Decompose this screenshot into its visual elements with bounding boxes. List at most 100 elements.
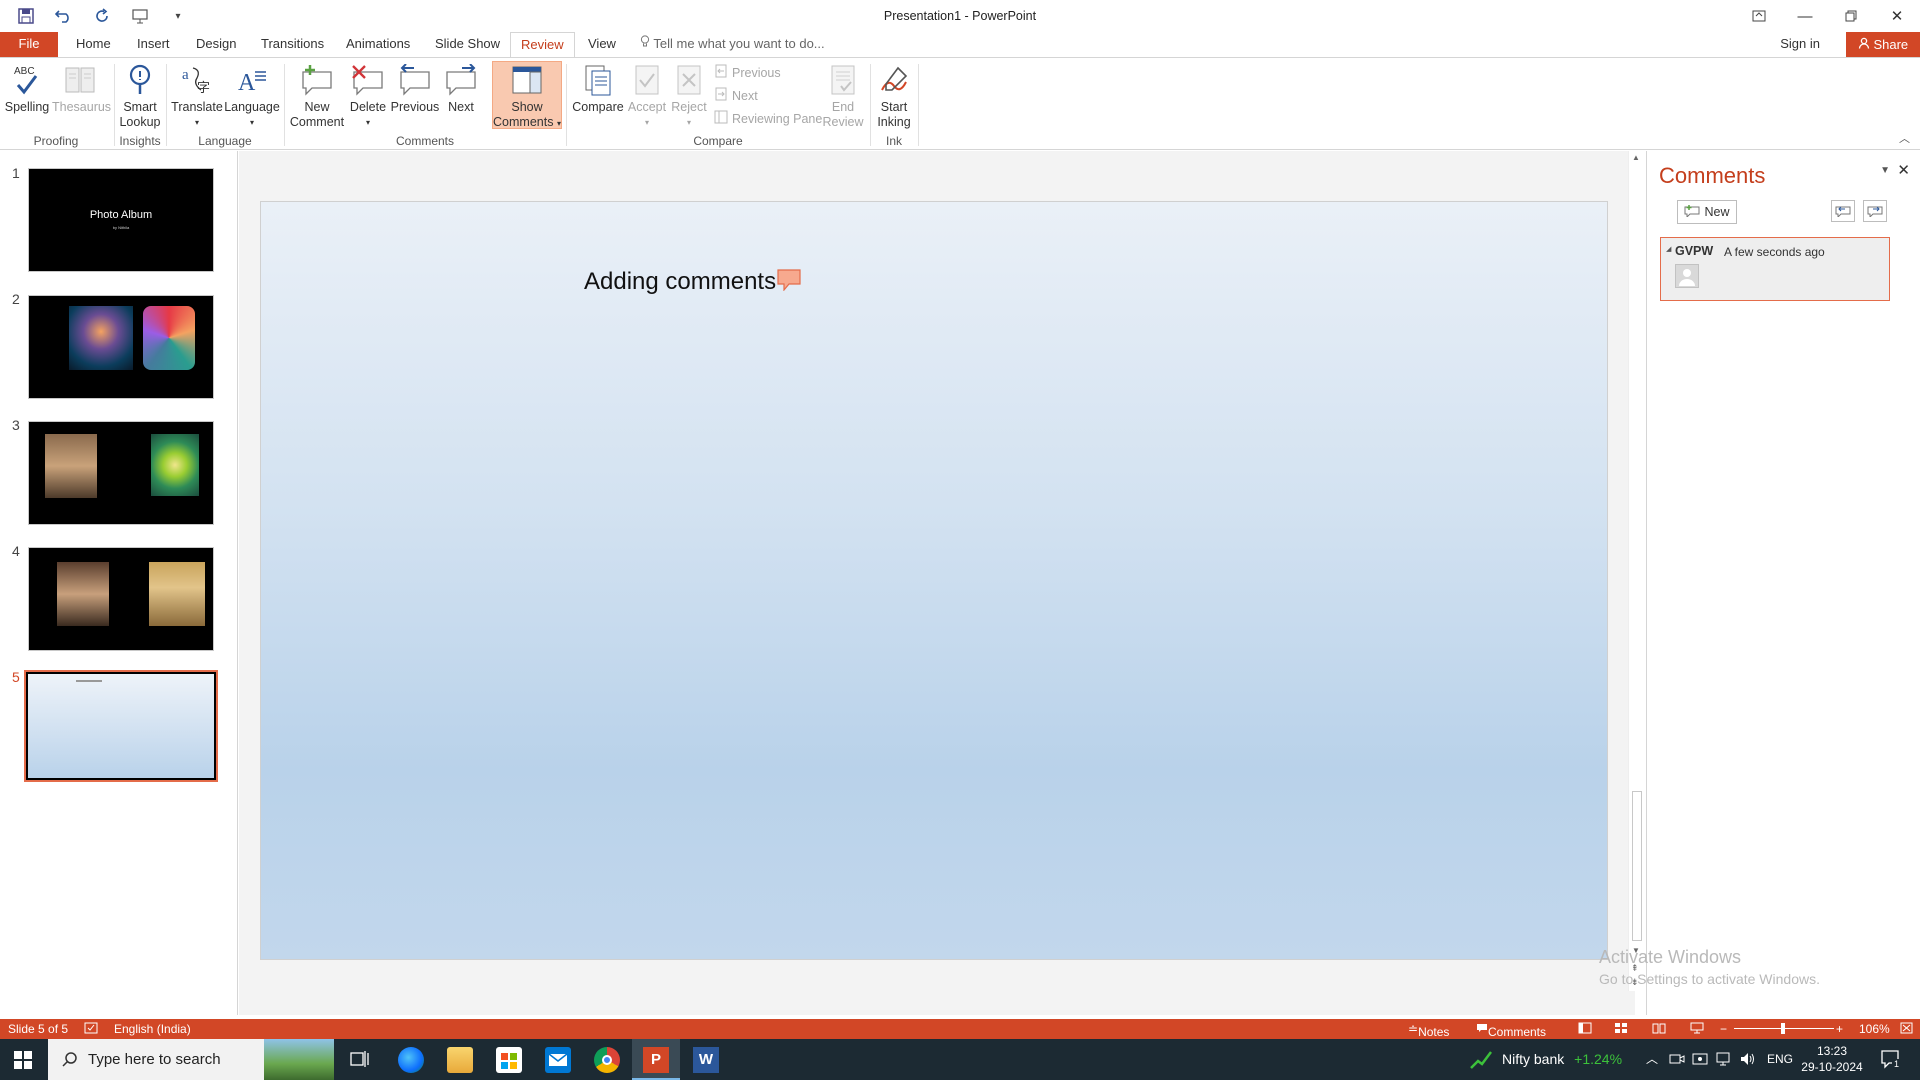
show-hidden-icons-icon[interactable]: ︿ [1646, 1050, 1658, 1067]
reject-button[interactable]: Reject ▾ [668, 62, 710, 130]
vertical-scrollbar[interactable]: ▲ ▼ ⇞ ⇟ [1628, 151, 1644, 991]
meet-now-icon[interactable] [1669, 1051, 1685, 1070]
zoom-level[interactable]: 106% [1859, 1022, 1890, 1036]
tab-home[interactable]: Home [66, 32, 121, 57]
zoom-in-icon[interactable]: + [1836, 1022, 1843, 1036]
accept-button[interactable]: Accept ▾ [626, 62, 668, 130]
close-icon[interactable]: ✕ [1874, 0, 1920, 32]
zoom-out-icon[interactable]: − [1720, 1022, 1727, 1036]
reviewing-pane-button[interactable]: Reviewing Pane [714, 110, 822, 127]
onedrive-icon[interactable] [1692, 1051, 1708, 1070]
spell-check-status-icon[interactable] [84, 1022, 98, 1037]
accept-label: Accept [627, 100, 667, 114]
volume-icon[interactable] [1739, 1051, 1755, 1070]
scroll-thumb[interactable] [1632, 791, 1642, 941]
normal-view-icon[interactable] [1578, 1022, 1592, 1037]
ribbon-display-options-icon[interactable] [1736, 0, 1782, 32]
compare-next-button[interactable]: Next [714, 87, 758, 104]
tab-design[interactable]: Design [186, 32, 246, 57]
slide-thumbnail-3[interactable] [28, 421, 214, 525]
microsoft-store-icon[interactable] [496, 1047, 522, 1073]
tab-file[interactable]: File [0, 32, 58, 57]
task-view-icon[interactable] [350, 1050, 370, 1071]
powerpoint-taskbar-button[interactable]: P [632, 1039, 680, 1080]
watermark-line2: Go to Settings to activate Windows. [1599, 971, 1820, 987]
windows-start-icon[interactable] [14, 1051, 32, 1072]
spelling-icon-abc: ABC [14, 66, 35, 77]
spelling-button[interactable]: ABC Spelling [4, 62, 50, 115]
slide-sorter-icon[interactable] [1614, 1022, 1628, 1037]
clock[interactable]: 13:23 29-10-2024 [1800, 1043, 1864, 1075]
slide-show-icon[interactable] [1690, 1022, 1704, 1037]
next-comment-button[interactable]: Next [442, 62, 480, 115]
slide-thumbnail-5[interactable] [24, 670, 218, 782]
collapse-thread-icon[interactable]: ◢ [1666, 245, 1671, 253]
delete-comment-button[interactable]: Delete ▾ [348, 62, 388, 130]
notifications-icon[interactable]: 1 [1880, 1049, 1902, 1072]
title-bar: ▾ Presentation1 - PowerPoint — ✕ [0, 0, 1920, 32]
slide-thumbnail-4[interactable] [28, 547, 214, 651]
tab-animations[interactable]: Animations [336, 32, 420, 57]
start-inking-button[interactable]: Start Inking [874, 62, 914, 130]
fit-to-window-icon[interactable] [1900, 1022, 1913, 1037]
end-review-label-1: End [831, 100, 855, 114]
clock-date: 29-10-2024 [1801, 1060, 1863, 1074]
zoom-slider-thumb[interactable] [1781, 1023, 1785, 1034]
current-slide[interactable] [260, 201, 1608, 960]
comment-marker-icon[interactable] [777, 269, 801, 294]
reading-view-icon[interactable] [1652, 1022, 1666, 1037]
language-button[interactable]: A Language ▾ [224, 62, 280, 130]
tell-me-box[interactable]: Tell me what you want to do... [640, 32, 825, 56]
close-pane-icon[interactable]: ✕ [1897, 161, 1910, 179]
comments-pane-title: Comments [1659, 163, 1766, 188]
collapse-ribbon-icon[interactable]: ︿ [1899, 130, 1910, 146]
next-comment-pane-icon[interactable] [1863, 200, 1887, 222]
edge-icon[interactable] [398, 1047, 424, 1073]
mail-icon[interactable] [545, 1047, 571, 1073]
translate-button[interactable]: a字 Translate ▾ [170, 62, 224, 130]
network-icon[interactable] [1715, 1051, 1731, 1070]
slide-title-text[interactable]: Adding comments [584, 268, 776, 296]
stock-widget[interactable]: Nifty bank +1.24% [1502, 1051, 1622, 1067]
previous-comment-pane-icon[interactable] [1831, 200, 1855, 222]
translate-icon: a字 [170, 62, 224, 98]
sign-in-link[interactable]: Sign in [1780, 32, 1820, 56]
file-explorer-icon[interactable] [447, 1047, 473, 1073]
tab-insert[interactable]: Insert [127, 32, 180, 57]
comments-button[interactable]: Comments [1476, 1022, 1546, 1039]
reject-icon [668, 62, 710, 98]
new-comment-pane-button[interactable]: New [1677, 200, 1737, 224]
person-icon [1858, 37, 1874, 52]
group-comments: Comments [395, 134, 454, 148]
notes-label: Notes [1418, 1025, 1450, 1039]
accept-dropdown-icon: ▾ [644, 118, 649, 127]
compare-button[interactable]: Compare [570, 62, 626, 115]
show-comments-button[interactable]: Show Comments ▾ [492, 61, 562, 129]
restore-icon[interactable] [1828, 0, 1874, 32]
slide-thumbnail-2[interactable] [28, 295, 214, 399]
input-language[interactable]: ENG [1767, 1052, 1793, 1066]
chrome-icon[interactable] [594, 1047, 620, 1073]
language-status[interactable]: English (India) [114, 1022, 191, 1036]
tab-view[interactable]: View [578, 32, 626, 57]
thesaurus-button[interactable]: Thesaurus [52, 62, 111, 115]
tab-transitions[interactable]: Transitions [251, 32, 334, 57]
smart-lookup-button[interactable]: Smart Lookup [118, 62, 162, 130]
previous-comment-button[interactable]: Previous [390, 62, 440, 115]
word-icon[interactable]: W [693, 1047, 719, 1073]
new-comment-button[interactable]: New Comment [288, 62, 346, 130]
share-label: Share [1873, 37, 1909, 52]
tab-slide-show[interactable]: Slide Show [425, 32, 510, 57]
taskbar-search-box[interactable]: Type here to search [48, 1039, 334, 1080]
slide-thumbnail-1[interactable]: Photo Album by Nithila [28, 168, 214, 272]
notes-button[interactable]: ≐ Notes [1408, 1022, 1449, 1039]
comment-thread[interactable]: ◢ GVPW A few seconds ago [1660, 237, 1890, 301]
end-review-button[interactable]: End Review [820, 62, 866, 130]
minimize-icon[interactable]: — [1782, 0, 1828, 32]
share-button[interactable]: Share [1846, 32, 1920, 57]
pane-options-icon[interactable]: ▼ [1880, 165, 1890, 176]
tab-review[interactable]: Review [510, 32, 575, 58]
scroll-up-icon[interactable]: ▲ [1632, 153, 1640, 162]
compare-previous-button[interactable]: Previous [714, 64, 781, 81]
lightbulb-icon [640, 35, 653, 51]
